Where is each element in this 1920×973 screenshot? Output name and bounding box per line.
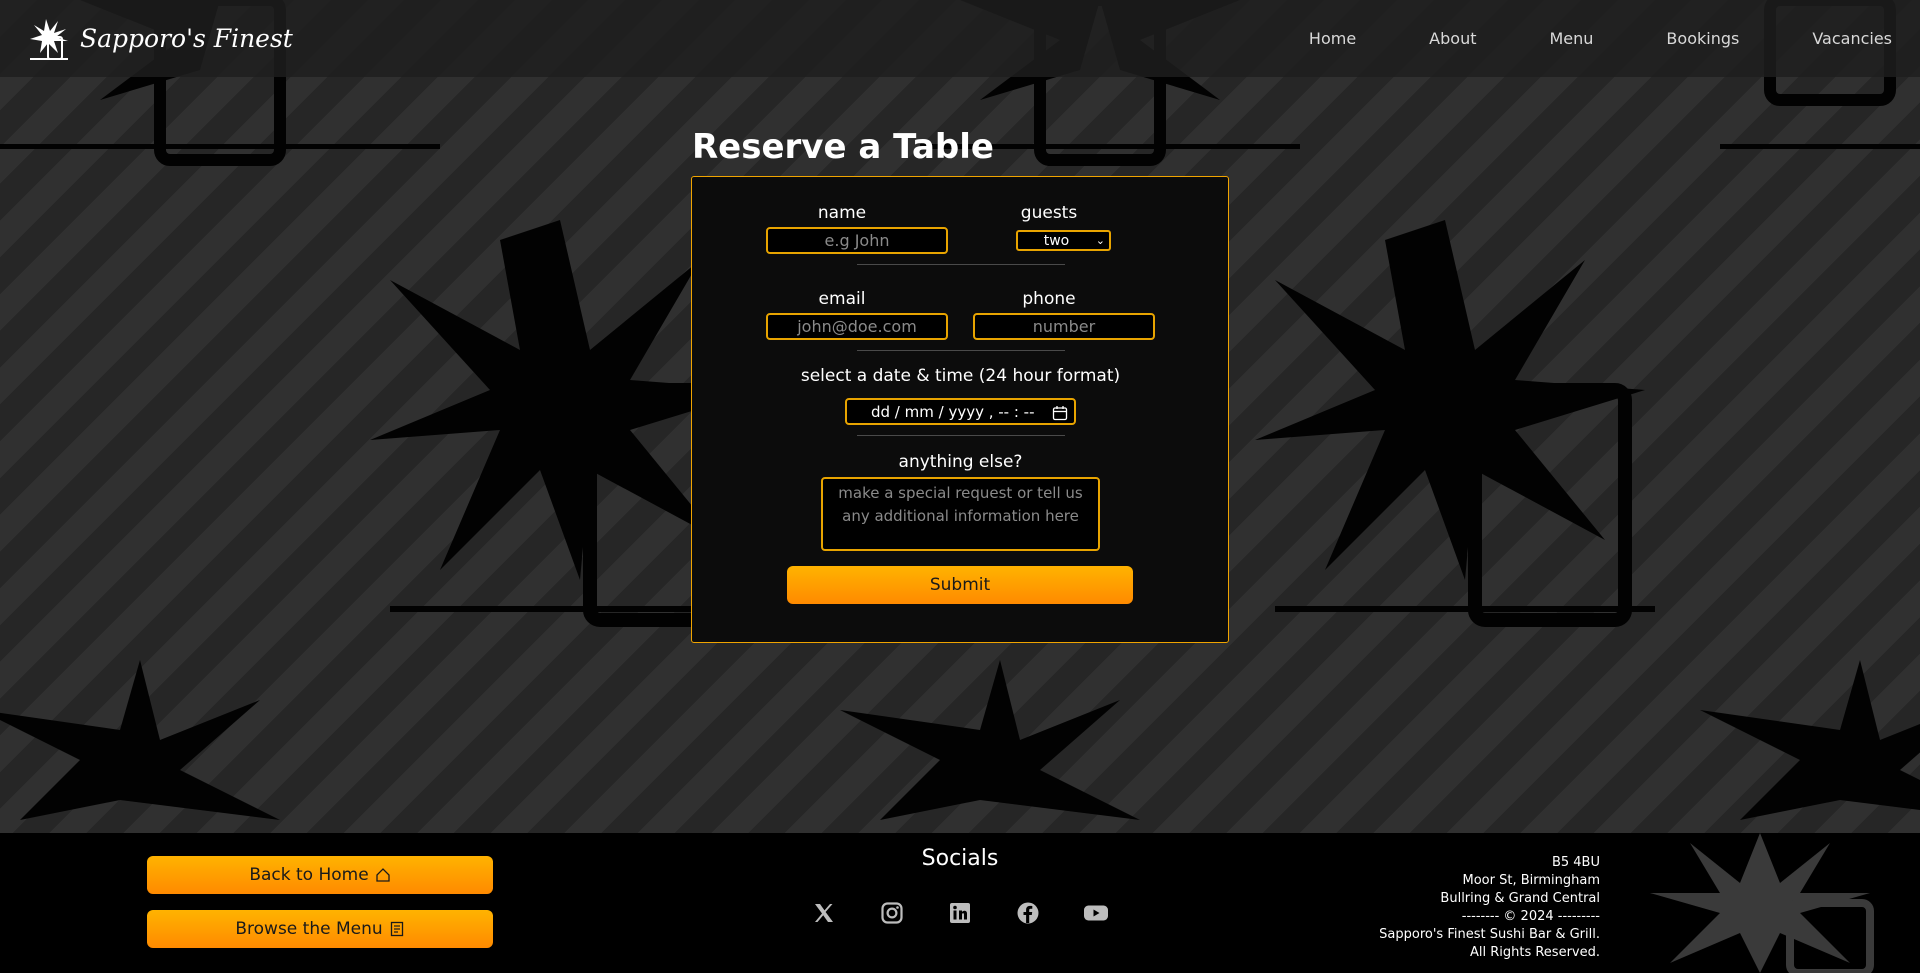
divider: [857, 264, 1065, 265]
datetime-input[interactable]: dd / mm / yyyy , -- : --: [845, 398, 1076, 425]
browse-menu-label: Browse the Menu: [235, 919, 383, 939]
x-icon[interactable]: [810, 899, 838, 927]
main-nav: Home About Menu Bookings Vacancies: [1236, 29, 1892, 48]
company-name: Sapporo's Finest Sushi Bar & Grill.: [1379, 927, 1600, 942]
calendar-icon[interactable]: [1052, 405, 1068, 421]
divider: [857, 350, 1065, 351]
phone-label: phone: [1022, 289, 1076, 309]
nav-bookings[interactable]: Bookings: [1666, 29, 1739, 48]
guests-value: two: [1043, 232, 1070, 249]
email-label: email: [818, 289, 866, 309]
reservation-form: name guests two ⌄ email phone select a d…: [691, 176, 1229, 643]
address-postcode: B5 4BU: [1551, 855, 1600, 870]
guests-label: guests: [1020, 203, 1078, 223]
logo-icon: [30, 18, 68, 60]
site-footer: Back to Home Browse the Menu Socials B5 …: [0, 833, 1920, 973]
facebook-icon[interactable]: [1014, 899, 1042, 927]
phone-input[interactable]: [973, 313, 1155, 340]
brand-name: Sapporo's Finest: [80, 24, 293, 53]
nav-about[interactable]: About: [1429, 29, 1476, 48]
submit-button[interactable]: Submit: [787, 566, 1133, 604]
linkedin-icon[interactable]: [946, 899, 974, 927]
notes-label: anything else?: [898, 452, 1023, 472]
datetime-label: select a date & time (24 hour format): [800, 366, 1121, 386]
divider: [857, 435, 1065, 436]
socials-title: Socials: [921, 846, 999, 871]
main-content: Reserve a Table name guests two ⌄ email …: [0, 77, 1920, 833]
datetime-placeholder: dd / mm / yyyy , -- : --: [871, 402, 1035, 421]
page-title: Reserve a Table: [692, 127, 994, 167]
menu-document-icon: [390, 921, 403, 937]
brand[interactable]: Sapporo's Finest: [28, 15, 293, 63]
notes-textarea[interactable]: make a special request or tell us any ad…: [821, 477, 1100, 551]
copyright: -------- © 2024 ---------: [1461, 909, 1600, 924]
email-input[interactable]: [766, 313, 948, 340]
nav-home[interactable]: Home: [1309, 29, 1356, 48]
nav-menu[interactable]: Menu: [1549, 29, 1593, 48]
rights-text: All Rights Reserved.: [1469, 945, 1600, 960]
address-street: Moor St, Birmingham: [1462, 873, 1601, 888]
social-links: [810, 899, 1110, 927]
site-header: Sapporo's Finest Home About Menu Booking…: [0, 0, 1920, 77]
address-block: B5 4BU Moor St, Birmingham Bullring & Gr…: [1379, 854, 1600, 962]
name-input[interactable]: [766, 227, 948, 254]
nav-vacancies[interactable]: Vacancies: [1812, 29, 1892, 48]
browse-menu-button[interactable]: Browse the Menu: [147, 910, 493, 948]
instagram-icon[interactable]: [878, 899, 906, 927]
name-label: name: [817, 203, 867, 223]
address-area: Bullring & Grand Central: [1440, 891, 1600, 906]
guests-select[interactable]: two ⌄: [1016, 230, 1111, 251]
chevron-down-icon: ⌄: [1095, 234, 1105, 247]
youtube-icon[interactable]: [1082, 899, 1110, 927]
